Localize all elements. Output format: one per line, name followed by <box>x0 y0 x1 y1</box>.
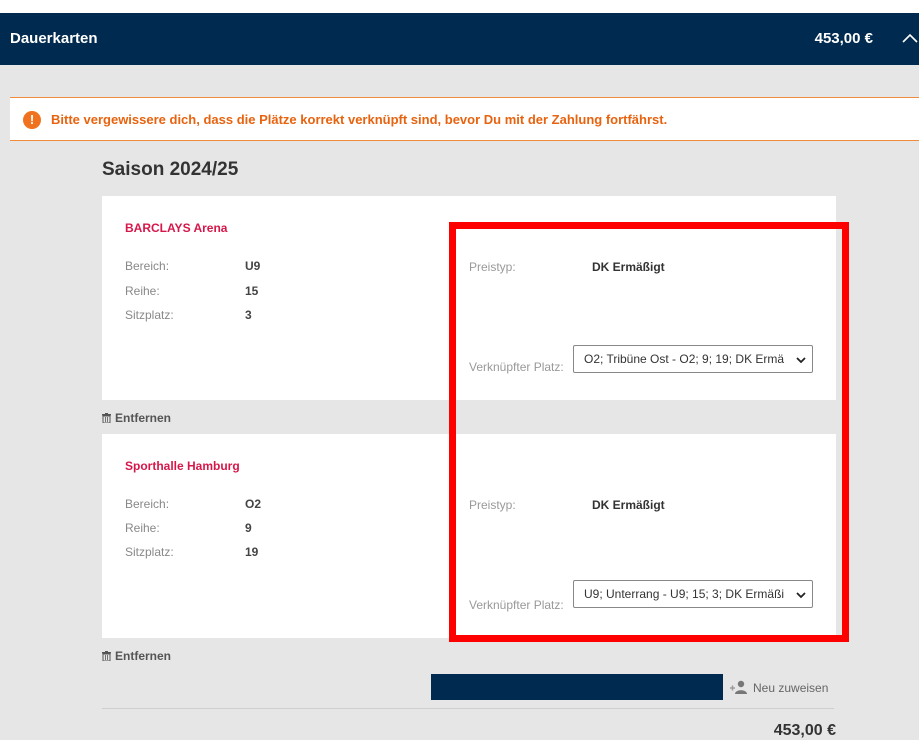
reassign-label: Neu zuweisen <box>753 681 829 695</box>
top-strip <box>0 0 919 13</box>
area-value: O2 <box>245 497 262 511</box>
warning-alert: ! Bitte vergewissere dich, dass die Plät… <box>10 97 919 141</box>
person-add-icon <box>730 680 747 694</box>
area-label: Bereich: <box>125 259 170 273</box>
remove-label: Entfernen <box>115 411 172 425</box>
trash-icon <box>102 413 111 423</box>
venue-name: Sporthalle Hamburg <box>125 459 240 473</box>
cart-section-header[interactable]: Dauerkarten 453,00 € <box>0 13 919 65</box>
warning-icon: ! <box>23 111 41 129</box>
seat-label: Sitzplatz: <box>125 545 174 559</box>
divider <box>102 708 834 709</box>
row-value: 15 <box>245 284 259 298</box>
remove-button[interactable]: Entfernen <box>102 411 171 425</box>
trash-icon <box>102 651 111 661</box>
highlight-annotation <box>449 222 849 642</box>
chevron-up-icon[interactable] <box>901 31 919 45</box>
row-label: Reihe: <box>125 521 160 535</box>
row-label: Reihe: <box>125 284 160 298</box>
remove-button[interactable]: Entfernen <box>102 649 171 663</box>
action-bar[interactable] <box>431 674 723 700</box>
warning-text: Bitte vergewissere dich, dass die Plätze… <box>51 112 668 127</box>
venue-name: BARCLAYS Arena <box>125 221 228 235</box>
seat-value: 3 <box>245 308 252 322</box>
order-total: 453,00 € <box>773 722 836 739</box>
remove-label: Entfernen <box>115 649 172 663</box>
area-label: Bereich: <box>125 497 170 511</box>
seat-value: 19 <box>245 545 259 559</box>
section-total: 453,00 € <box>814 30 873 47</box>
row-value: 9 <box>245 521 252 535</box>
reassign-button[interactable]: Neu zuweisen <box>730 680 828 695</box>
area-value: U9 <box>245 259 261 273</box>
section-title: Dauerkarten <box>10 30 98 47</box>
seat-label: Sitzplatz: <box>125 308 174 322</box>
season-title: Saison 2024/25 <box>102 159 239 180</box>
